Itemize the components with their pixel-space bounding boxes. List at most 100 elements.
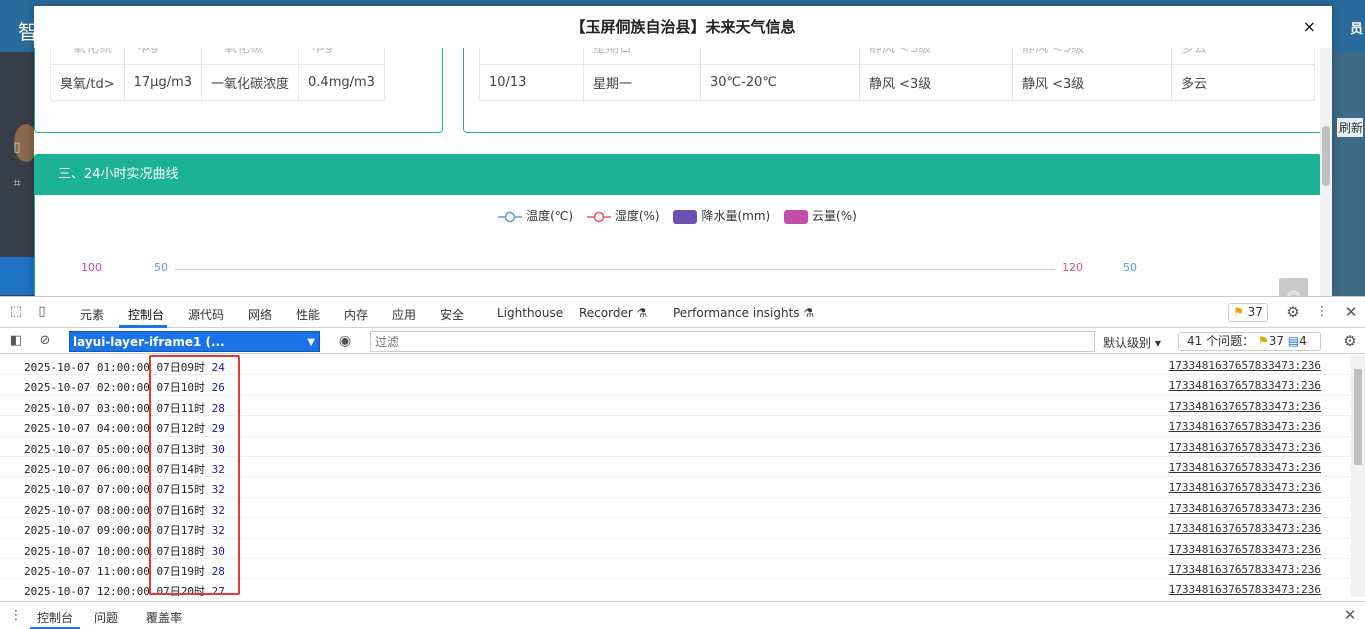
tab-security[interactable]: 安全 bbox=[440, 306, 464, 323]
filter-input[interactable] bbox=[370, 331, 1095, 352]
close-icon[interactable]: × bbox=[1303, 19, 1316, 35]
log-value: 32 bbox=[211, 463, 225, 476]
console-log-message: 2025-10-07 11:00:00 07日19时 28 bbox=[24, 563, 225, 579]
log-value: 26 bbox=[211, 381, 225, 395]
table-cell: 星期一 bbox=[583, 64, 701, 101]
air-quality-card: 一氧化氮 4μg 一氧化碳 4μg 臭氧/td> 17μg/m3 一氧化碳浓度 … bbox=[34, 48, 443, 133]
axis-tick-left-blue: 50 bbox=[154, 261, 168, 274]
tab-console[interactable]: 控制台 bbox=[128, 306, 164, 323]
log-hour: 07日17时 bbox=[156, 524, 205, 538]
flask-icon: ⚗ bbox=[636, 306, 648, 320]
tab-network[interactable]: 网络 bbox=[248, 306, 272, 323]
log-source-link[interactable]: 1733481637657833473:236 bbox=[1169, 481, 1321, 494]
log-timestamp: 2025-10-07 07:00:00 bbox=[24, 483, 150, 497]
scrollbar-thumb[interactable] bbox=[1322, 126, 1330, 186]
table-cell bbox=[700, 48, 860, 65]
close-drawer-icon[interactable]: ✕ bbox=[1342, 607, 1358, 623]
sidebar-item-active[interactable] bbox=[0, 257, 34, 295]
refresh-button[interactable]: 刷新 bbox=[1336, 118, 1363, 137]
drawer-tab-coverage[interactable]: 覆盖率 bbox=[146, 609, 182, 626]
log-timestamp: 2025-10-07 09:00:00 bbox=[24, 524, 150, 538]
table-cell: 4μg bbox=[123, 48, 203, 65]
more-options-icon[interactable]: ⋮ bbox=[1314, 304, 1330, 320]
log-value: 27 bbox=[211, 585, 225, 597]
log-level-selector[interactable]: 默认级别 ▾ bbox=[1103, 334, 1161, 351]
inspect-element-icon[interactable]: ⬚ bbox=[8, 304, 24, 320]
context-selector[interactable]: layui-layer-iframe1 (... ▼ bbox=[69, 331, 320, 352]
member-label[interactable]: 员 bbox=[1350, 18, 1363, 37]
console-log-message: 2025-10-07 12:00:00 07日20时 27 bbox=[24, 583, 225, 597]
console-settings-gear-icon[interactable]: ⚙ bbox=[1342, 333, 1358, 349]
table-cell: 静风 <3级 bbox=[1012, 64, 1172, 101]
dialog-scrollbar[interactable] bbox=[1320, 48, 1332, 296]
log-source-link[interactable]: 1733481637657833473:236 bbox=[1169, 379, 1321, 392]
dialog-title: 【玉屏侗族自治县】未来天气信息 bbox=[34, 6, 1332, 48]
log-source-link[interactable]: 1733481637657833473:236 bbox=[1169, 522, 1321, 535]
issues-count-button[interactable]: 41 个问题： ⚑37 ▤4 bbox=[1178, 332, 1321, 351]
axis-tick-right-pink: 120 bbox=[1062, 261, 1083, 274]
log-source-link[interactable]: 1733481637657833473:236 bbox=[1169, 441, 1321, 454]
eye-icon[interactable]: ◉ bbox=[337, 333, 353, 349]
log-source-link[interactable]: 1733481637657833473:236 bbox=[1169, 502, 1321, 515]
sidebar-toggle-icon[interactable]: ◧ bbox=[8, 333, 24, 349]
tab-performance-insights[interactable]: Performance insights ⚗ bbox=[673, 306, 814, 320]
gear-icon[interactable]: ⚙ bbox=[1285, 304, 1301, 320]
log-source-link[interactable]: 17334816376578334​73:236 bbox=[1169, 359, 1321, 372]
log-level-label: 默认级别 bbox=[1103, 336, 1152, 350]
tab-sources[interactable]: 源代码 bbox=[188, 306, 224, 323]
log-value: 28 bbox=[211, 401, 225, 415]
drawer-tab-console[interactable]: 控制台 bbox=[37, 609, 73, 626]
log-source-link[interactable]: 1733481637657833473:236 bbox=[1169, 543, 1321, 556]
axis-tick-right-blue: 50 bbox=[1123, 261, 1137, 274]
device-toolbar-icon[interactable]: ▯ bbox=[34, 304, 50, 320]
log-timestamp: 2025-10-07 11:00:00 bbox=[24, 565, 150, 578]
close-devtools-icon[interactable]: ✕ bbox=[1343, 304, 1359, 320]
issues-badge[interactable]: ⚑ 37 bbox=[1228, 303, 1268, 322]
tab-lighthouse[interactable]: Lighthouse bbox=[497, 306, 563, 320]
tab-recorder[interactable]: Recorder ⚗ bbox=[579, 306, 647, 320]
drawer-tab-issues[interactable]: 问题 bbox=[94, 609, 118, 626]
warning-flag-icon: ⚑ bbox=[1233, 305, 1244, 319]
back-to-top-button[interactable]: ︽ bbox=[1279, 278, 1308, 296]
air-quality-table: 一氧化氮 4μg 一氧化碳 4μg 臭氧/td> 17μg/m3 一氧化碳浓度 … bbox=[50, 48, 385, 101]
devtools-tabbar: ⬚ ▯ 元素 控制台 源代码 网络 性能 内存 应用 安全 Lighthouse… bbox=[0, 297, 1365, 328]
log-hour: 07日19时 bbox=[156, 565, 205, 578]
sidebar-icon-2[interactable]: ⌗ bbox=[8, 176, 26, 194]
tab-elements[interactable]: 元素 bbox=[80, 306, 104, 323]
issues-badge-count: 37 bbox=[1247, 305, 1263, 319]
legend-item-cloud[interactable]: 云量(%) bbox=[784, 207, 857, 224]
log-source-link[interactable]: 1733481637657833473:236 bbox=[1169, 583, 1321, 596]
log-value: 24 bbox=[211, 361, 225, 374]
legend-item-temperature[interactable]: 温度(℃) bbox=[498, 207, 573, 224]
log-source-link[interactable]: 1733481637657833473:236 bbox=[1169, 461, 1321, 474]
tab-memory[interactable]: 内存 bbox=[344, 306, 368, 323]
drawer-menu-icon[interactable]: ⋮ bbox=[8, 608, 24, 624]
console-log-message: 2025-10-07 06:00:00 07日14时 32 bbox=[24, 461, 225, 477]
log-hour: 07日09时 bbox=[156, 361, 205, 374]
table-cell: 静风 <3级 bbox=[859, 64, 1013, 101]
sidebar-icon-1[interactable]: ▯ bbox=[8, 140, 26, 158]
curve-chart-area: 温度(℃) 湿度(%) 降水量(mm) 云量(%) 100 50 120 50 … bbox=[34, 195, 1320, 296]
console-log-message: 2025-10-07 03:00:00 07日11时 28 bbox=[24, 400, 225, 416]
log-source-link[interactable]: 1733481637657833473:236 bbox=[1169, 400, 1321, 413]
console-log-message: 2025-10-07 07:00:00 07日15时 32 bbox=[24, 481, 225, 497]
table-cell bbox=[479, 48, 584, 65]
log-source-link[interactable]: 1733481637657833473:236 bbox=[1169, 563, 1321, 576]
legend-item-precipitation[interactable]: 降水量(mm) bbox=[673, 207, 770, 224]
console-scrollbar[interactable] bbox=[1351, 355, 1365, 597]
console-log-row: 2025-10-07 07:00:00 07日15时 32 17334816376… bbox=[0, 477, 1351, 498]
tab-application[interactable]: 应用 bbox=[392, 306, 416, 323]
table-cell: 臭氧/td> bbox=[50, 64, 125, 101]
table-row: 星期日 静风 <3级 静风 <3级 多云 bbox=[479, 48, 1315, 65]
curve-section-heading: 三、24小时实况曲线 bbox=[34, 154, 1320, 195]
log-hour: 07日11时 bbox=[156, 401, 205, 415]
clear-console-icon[interactable]: ⊘ bbox=[37, 333, 53, 349]
scrollbar-thumb[interactable] bbox=[1354, 369, 1362, 465]
log-source-link[interactable]: 1733481637657833473:236 bbox=[1169, 420, 1321, 433]
forecast-table: 星期日 静风 <3级 静风 <3级 多云 10/13 星期一 30℃-20℃ 静… bbox=[479, 48, 1315, 101]
log-hour: 07日12时 bbox=[156, 422, 205, 436]
tab-performance[interactable]: 性能 bbox=[296, 306, 320, 323]
line-circle-icon bbox=[498, 211, 523, 222]
legend-item-humidity[interactable]: 湿度(%) bbox=[586, 207, 660, 224]
log-value: 29 bbox=[211, 422, 225, 436]
